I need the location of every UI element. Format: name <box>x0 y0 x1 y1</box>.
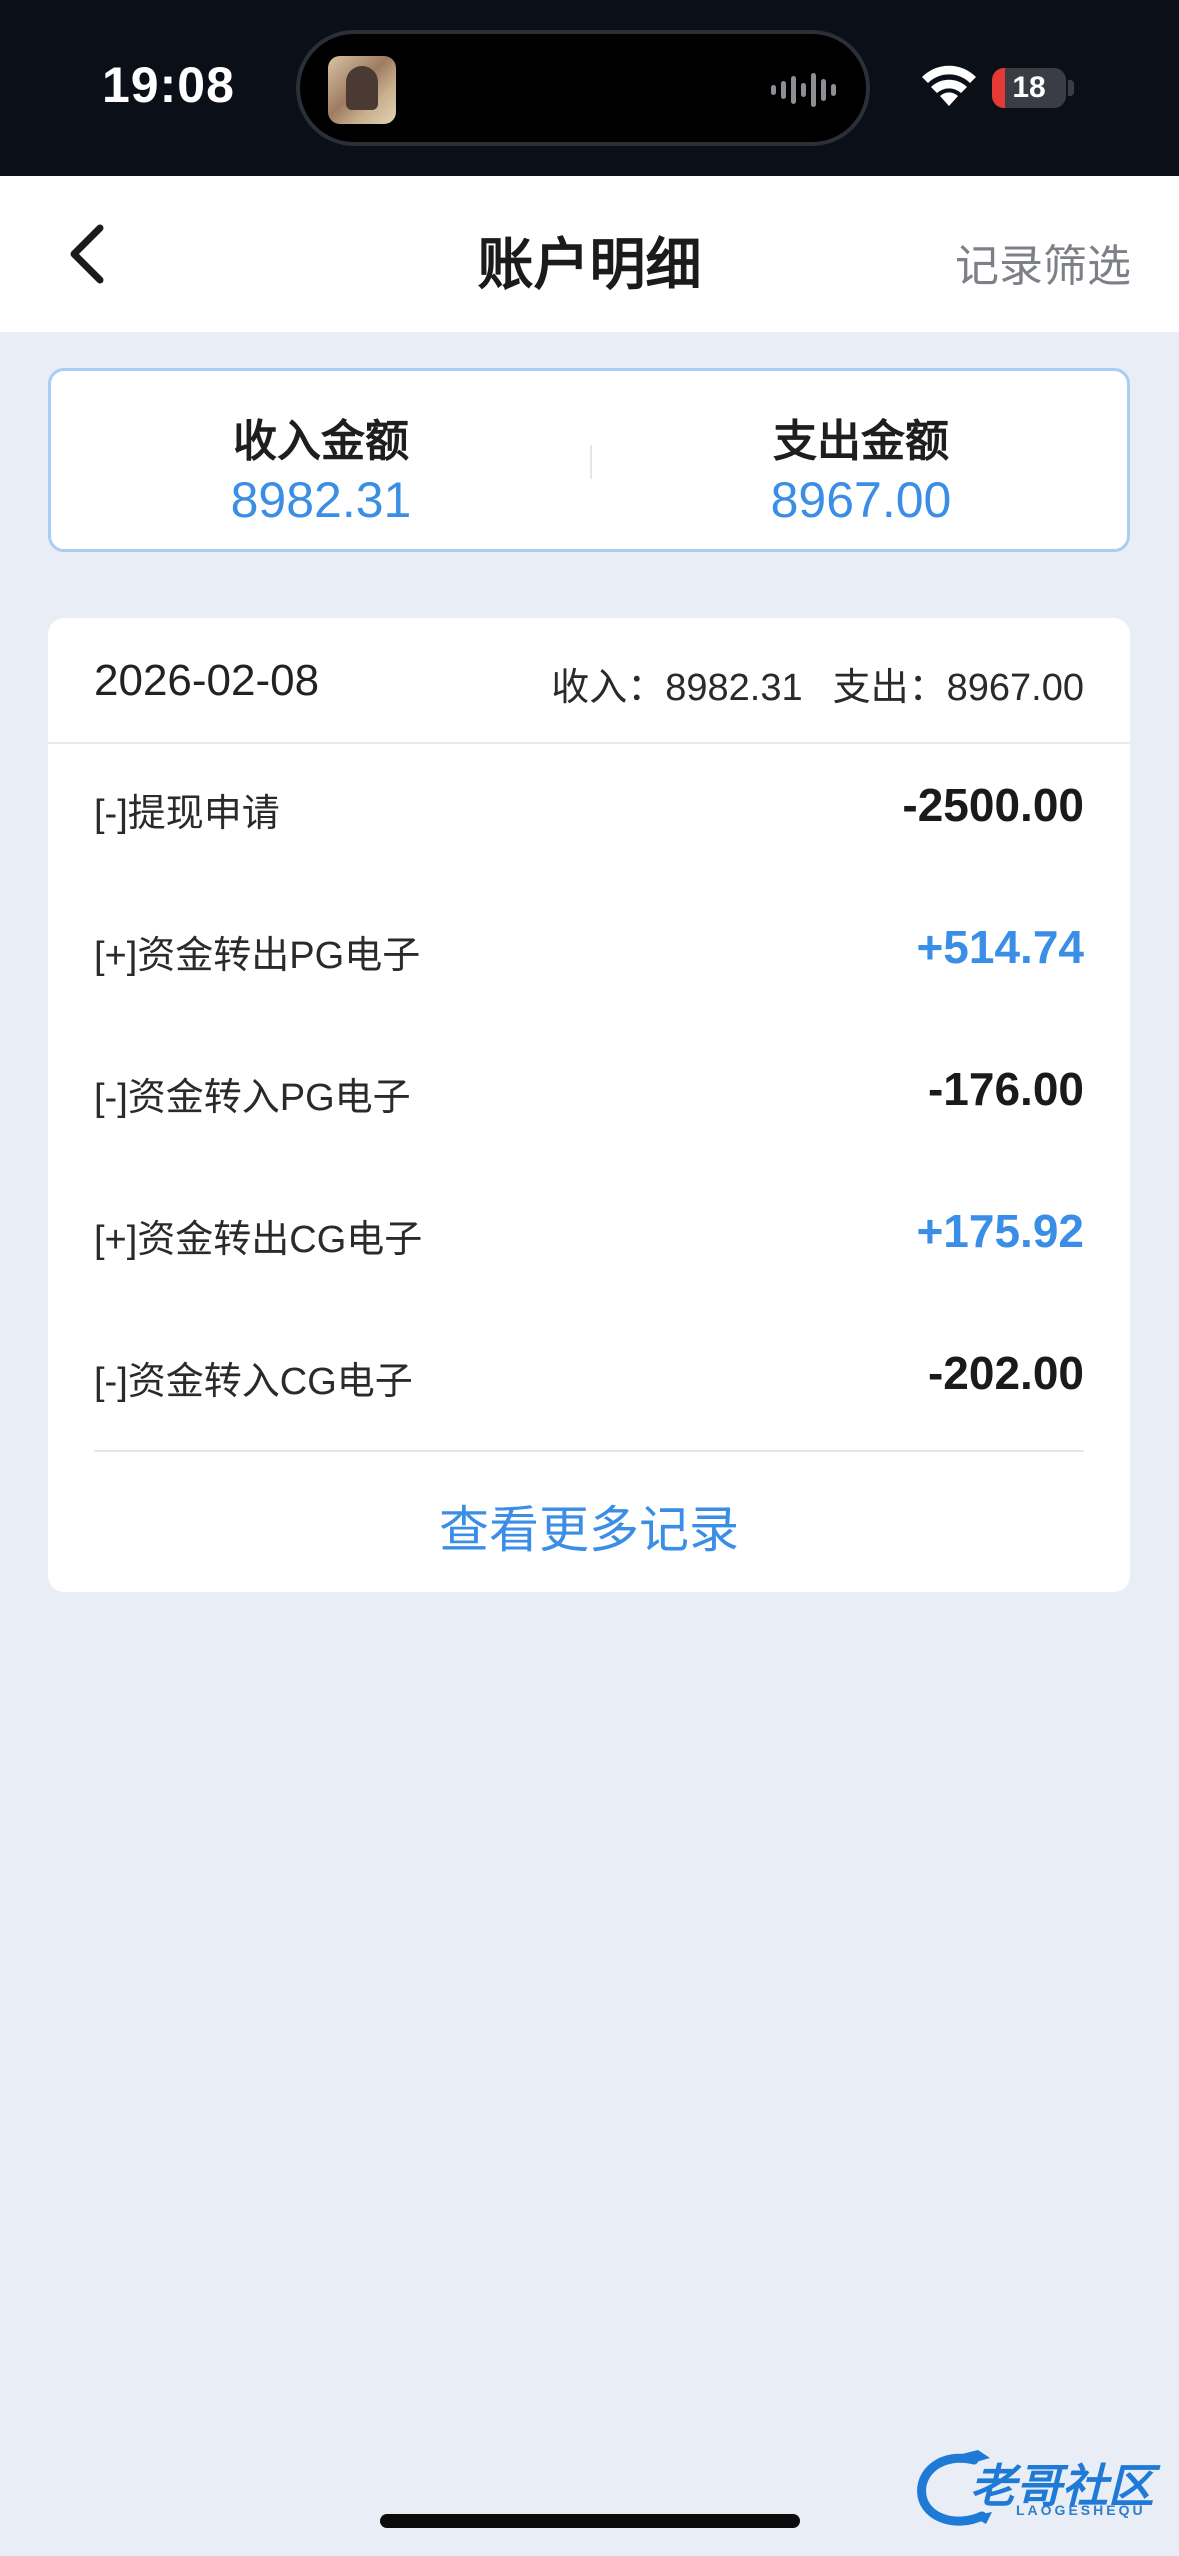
records-date-header: 2026-02-08 收入：8982.31 支出：8967.00 <box>48 618 1130 744</box>
day-expense: 支出：8967.00 <box>832 667 1084 709</box>
expense-summary: 支出金额 8967.00 <box>591 371 1131 549</box>
records-date: 2026-02-08 <box>94 656 320 705</box>
income-value: 8982.31 <box>230 472 412 528</box>
audio-waveform-icon <box>771 70 836 110</box>
record-row[interactable]: [-]提现申请 -2500.00 <box>94 768 1084 848</box>
records-card: 2026-02-08 收入：8982.31 支出：8967.00 [-]提现申请 … <box>48 618 1130 1592</box>
records-day-totals: 收入：8982.31 支出：8967.00 <box>551 656 1084 711</box>
watermark-subtitle: LAOGESHEQU <box>1016 2502 1146 2518</box>
dynamic-island[interactable] <box>296 30 870 146</box>
expense-value: 8967.00 <box>770 472 952 528</box>
expense-label: 支出金额 <box>773 417 949 466</box>
record-row[interactable]: [+]资金转出CG电子 +175.92 <box>94 1194 1084 1274</box>
view-more-records-button[interactable]: 查看更多记录 <box>48 1490 1130 1562</box>
status-bar: 19:08 18 <box>0 0 1179 176</box>
home-indicator[interactable] <box>380 2514 800 2528</box>
record-row[interactable]: [-]资金转入PG电子 -176.00 <box>94 1052 1084 1132</box>
day-income: 收入：8982.31 <box>551 667 803 709</box>
record-amount: -202.00 <box>927 1347 1084 1399</box>
wifi-icon <box>922 65 976 106</box>
record-name: [-]资金转入CG电子 <box>94 1361 413 1403</box>
record-amount: +514.74 <box>916 921 1084 973</box>
battery-icon: 18 <box>992 68 1066 108</box>
record-row[interactable]: [-]资金转入CG电子 -202.00 <box>94 1336 1084 1416</box>
watermark-logo: 老哥社区 LAOGESHEQU <box>912 2446 1170 2530</box>
summary-card: 收入金额 8982.31 支出金额 8967.00 <box>48 368 1130 552</box>
nav-bar: 账户明细 记录筛选 <box>0 176 1179 332</box>
battery-tip <box>1068 80 1074 96</box>
income-summary: 收入金额 8982.31 <box>51 371 591 549</box>
record-amount: +175.92 <box>916 1205 1084 1257</box>
income-label: 收入金额 <box>233 417 409 466</box>
battery-percentage: 18 <box>1012 71 1046 104</box>
record-name: [-]资金转入PG电子 <box>94 1077 411 1119</box>
now-playing-artwork[interactable] <box>328 56 396 124</box>
status-time: 19:08 <box>102 57 235 113</box>
record-filter-button[interactable]: 记录筛选 <box>955 230 1131 294</box>
records-divider <box>94 1450 1084 1452</box>
record-name: [-]提现申请 <box>94 793 280 835</box>
record-name: [+]资金转出CG电子 <box>94 1219 423 1261</box>
record-name: [+]资金转出PG电子 <box>94 935 421 977</box>
record-amount: -2500.00 <box>902 779 1084 831</box>
record-amount: -176.00 <box>927 1063 1084 1115</box>
record-row[interactable]: [+]资金转出PG电子 +514.74 <box>94 910 1084 990</box>
